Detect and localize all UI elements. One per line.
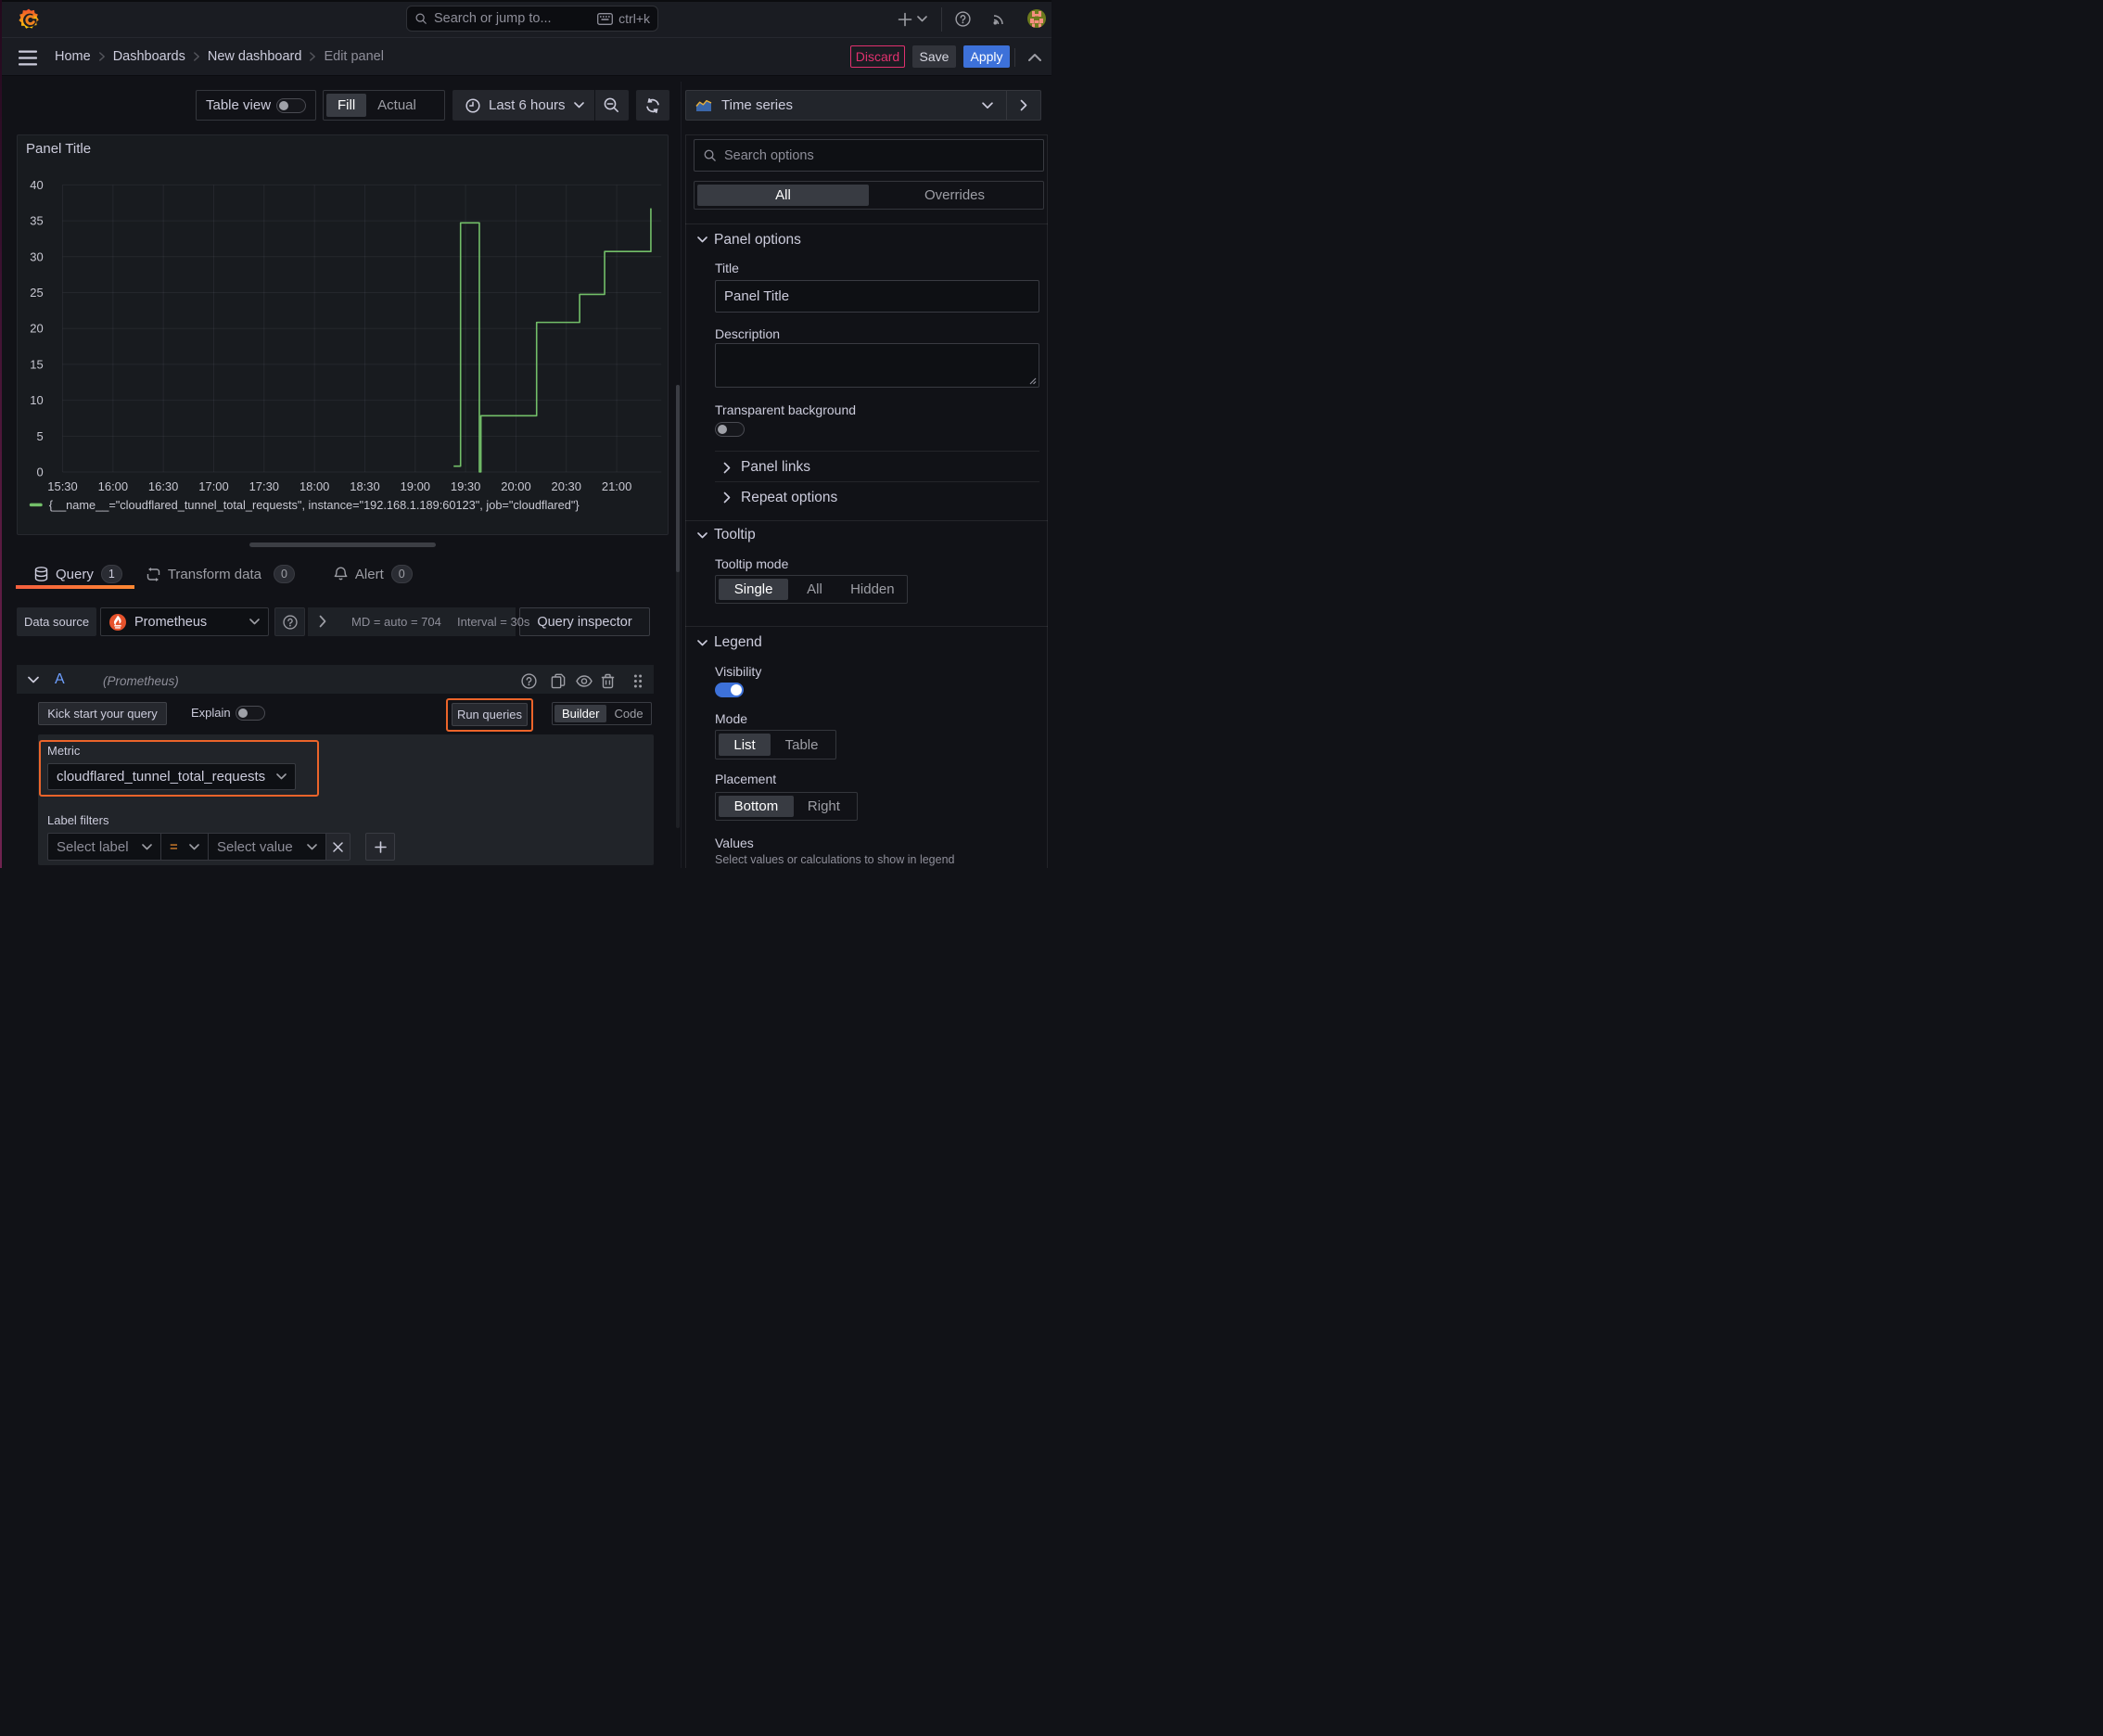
svg-text:25: 25 (30, 286, 43, 300)
svg-text:16:00: 16:00 (98, 479, 128, 493)
svg-text:17:30: 17:30 (249, 479, 279, 493)
svg-text:0: 0 (37, 466, 44, 479)
svg-text:19:30: 19:30 (451, 479, 480, 493)
svg-text:35: 35 (30, 214, 43, 228)
svg-text:10: 10 (30, 393, 43, 407)
svg-text:20: 20 (30, 322, 43, 336)
svg-text:30: 30 (30, 249, 43, 263)
svg-text:15: 15 (30, 357, 43, 371)
svg-text:18:00: 18:00 (300, 479, 329, 493)
svg-text:18:30: 18:30 (350, 479, 379, 493)
svg-text:40: 40 (30, 178, 43, 192)
svg-text:16:30: 16:30 (148, 479, 178, 493)
svg-text:21:00: 21:00 (602, 479, 631, 493)
svg-text:20:00: 20:00 (501, 479, 530, 493)
svg-text:5: 5 (37, 429, 44, 443)
svg-text:19:00: 19:00 (401, 479, 430, 493)
svg-text:20:30: 20:30 (552, 479, 581, 493)
svg-text:15:30: 15:30 (47, 479, 77, 493)
svg-text:{__name__="cloudflared_tunnel_: {__name__="cloudflared_tunnel_total_requ… (49, 498, 580, 512)
svg-text:17:00: 17:00 (198, 479, 228, 493)
